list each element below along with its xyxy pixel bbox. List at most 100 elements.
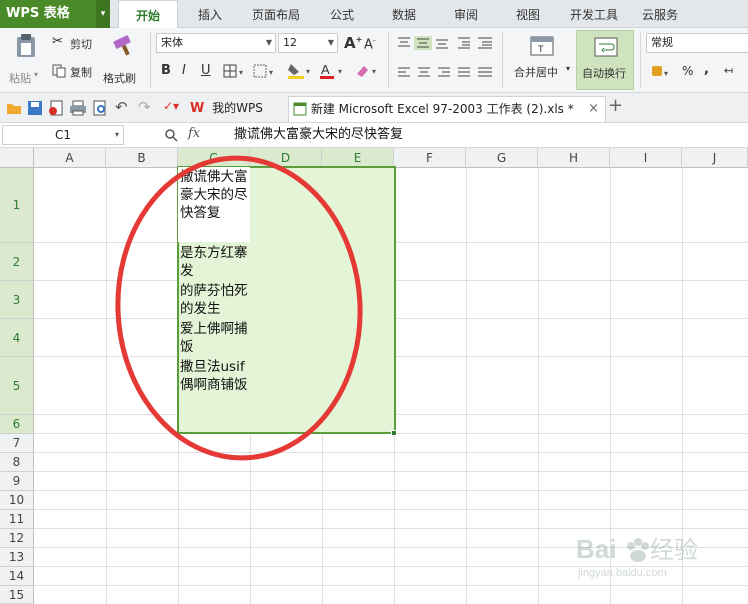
export-pdf-icon[interactable] [48,100,64,116]
borders-icon[interactable]: ▾ [223,64,249,78]
ribbon-separator [150,32,151,88]
currency-icon[interactable]: ▾ [650,64,674,80]
tab-cloud-services[interactable]: 云服务 [634,0,686,28]
row-header-12[interactable]: 12 [0,529,34,548]
cell-style-icon[interactable]: ▾ [253,64,279,78]
svg-text:经验: 经验 [650,536,698,564]
wrap-text-button[interactable]: 自动换行 [576,30,634,90]
row-header-6[interactable]: 6 [0,415,34,434]
menu-tab-bar: WPS 表格 ▾ 开始 插入 页面布局 公式 数据 审阅 视图 开发工具 云服务 [0,0,748,28]
column-header-h[interactable]: H [538,148,610,168]
row-header-9[interactable]: 9 [0,472,34,491]
row-header-4[interactable]: 4 [0,319,34,357]
tab-document-label: 新建 Microsoft Excel 97-2003 工作表 (2).xls * [310,102,574,116]
tab-document[interactable]: 新建 Microsoft Excel 97-2003 工作表 (2).xls *… [288,96,606,122]
svg-text:▾: ▾ [269,68,273,77]
tab-my-wps[interactable]: W 我的WPS [186,96,282,122]
column-header-a[interactable]: A [34,148,106,168]
spreadsheet-file-icon [293,102,307,116]
row-header-2[interactable]: 2 [0,243,34,281]
decrease-font-icon[interactable]: A- [364,36,376,52]
print-icon[interactable] [69,100,87,116]
row-header-8[interactable]: 8 [0,453,34,472]
save-icon[interactable] [27,100,43,116]
formula-input[interactable]: 撒谎佛大富豪大宋的尽快答复 [222,124,746,146]
row-header-10[interactable]: 10 [0,491,34,510]
row-header-1[interactable]: 1 [0,168,34,243]
tab-formulas[interactable]: 公式 [318,0,366,28]
underline-button[interactable]: U [201,63,211,78]
column-header-f[interactable]: F [394,148,466,168]
font-size-select[interactable]: 12 ▼ [278,33,338,53]
close-icon[interactable]: × [588,97,599,121]
copy-label: 复制 [70,66,92,79]
tab-insert[interactable]: 插入 [186,0,234,28]
tab-data[interactable]: 数据 [380,0,428,28]
svg-text:T: T [537,45,544,55]
wps-app-menu[interactable]: WPS 表格 ▾ [0,0,110,28]
formula-bar: C1 ▾ fx 撒谎佛大富豪大宋的尽快答复 [0,123,748,148]
copy-icon [52,64,66,78]
font-color-icon[interactable]: A ▾ [319,62,347,80]
row-header-13[interactable]: 13 [0,548,34,567]
undo-icon[interactable]: ↶ [115,98,128,116]
baidu-watermark: Bai 经验 jingyan.baidu.com [576,532,746,582]
magnifier-icon[interactable] [164,128,178,142]
column-header-g[interactable]: G [466,148,538,168]
italic-button[interactable]: I [182,63,186,78]
select-all-corner[interactable] [0,148,34,168]
clear-format-icon[interactable]: ▾ [354,62,382,80]
tab-page-layout[interactable]: 页面布局 [244,0,308,28]
format-painter-label: 格式刷 [103,72,136,85]
row-header-15[interactable]: 15 [0,586,34,604]
tab-developer[interactable]: 开发工具 [564,0,624,28]
annotation-ellipse [115,155,363,461]
fill-handle[interactable] [391,430,397,436]
increase-font-icon[interactable]: A+ [344,34,362,52]
wrap-text-icon [594,37,618,57]
new-tab-icon[interactable]: + [608,95,623,116]
chevron-down-icon[interactable]: ▾ [96,0,110,28]
ribbon-separator [388,32,389,88]
gridline [34,585,748,586]
align-top-icon [398,37,410,47]
row-header-11[interactable]: 11 [0,510,34,529]
row-header-14[interactable]: 14 [0,567,34,586]
row-header-3[interactable]: 3 [0,281,34,319]
number-format-select[interactable]: 常规 [646,33,748,53]
font-size-value: 12 [283,36,297,49]
tab-home[interactable]: 开始 [118,0,178,28]
percent-button[interactable]: % [682,64,693,78]
svg-text:▾: ▾ [306,67,310,76]
gridline [34,528,748,529]
column-header-j[interactable]: J [682,148,748,168]
insert-function-button[interactable]: fx [188,126,200,141]
paste-button[interactable]: 粘贴 ▾ [6,34,44,88]
increase-decimal-icon[interactable]: ↤ [724,64,733,77]
chevron-down-icon: ▾ [34,70,39,79]
format-painter-button[interactable]: 格式刷 [102,34,144,88]
tab-view[interactable]: 视图 [504,0,552,28]
tab-my-wps-label: 我的WPS [212,101,263,115]
bold-button[interactable]: B [161,63,171,78]
tab-review[interactable]: 审阅 [442,0,490,28]
comma-style-icon[interactable]: , [704,62,709,77]
row-header-5[interactable]: 5 [0,357,34,415]
fill-color-icon[interactable]: ▾ [287,62,315,80]
redo-icon[interactable]: ↷ [138,98,151,116]
open-folder-icon[interactable] [6,101,22,115]
copy-button[interactable]: 复制 [50,62,100,80]
merge-center-button[interactable]: T 合并居中 ▾ [508,32,574,88]
svg-text:▾: ▾ [239,68,243,77]
customize-toolbar-icon[interactable]: ✓▾ [163,99,179,113]
column-header-i[interactable]: I [610,148,682,168]
font-name-select[interactable]: 宋体 ▼ [156,33,276,53]
name-box[interactable]: C1 ▾ [2,125,124,145]
cut-button[interactable]: ✂ 剪切 [50,34,100,52]
number-format-value: 常规 [651,36,673,49]
print-preview-icon[interactable] [92,100,108,116]
cell-reference: C1 [54,128,71,142]
gridline [34,490,748,491]
row-header-7[interactable]: 7 [0,434,34,453]
chevron-down-icon: ▾ [566,64,571,73]
